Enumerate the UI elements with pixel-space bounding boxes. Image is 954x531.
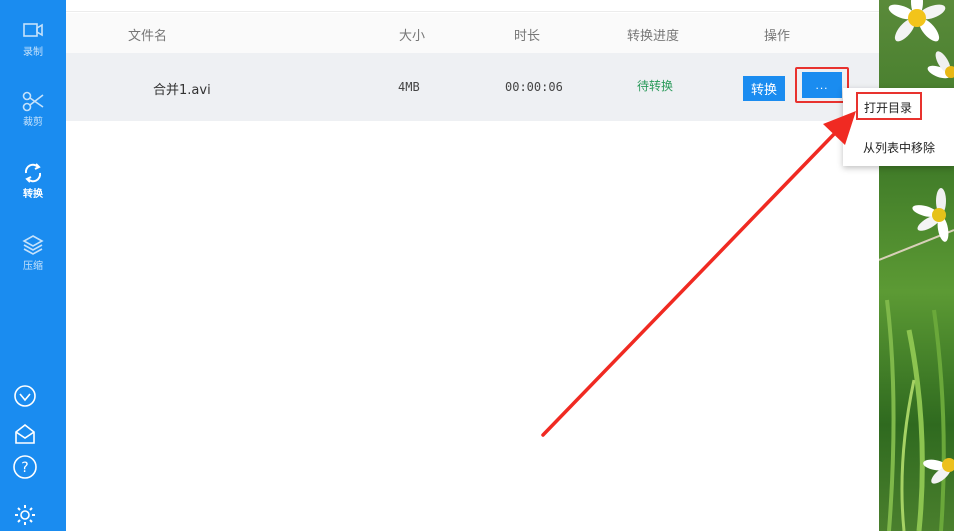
file-duration: 00:00:06 <box>505 80 563 94</box>
more-button-highlight: ... <box>795 67 849 103</box>
convert-button[interactable]: 转换 <box>743 76 785 101</box>
sidebar: 录制 裁剪 转换 压缩 ? <box>0 0 66 531</box>
scissors-icon <box>22 91 44 112</box>
menu-item-label: 从列表中移除 <box>863 141 936 155</box>
vip-icon[interactable] <box>10 381 40 411</box>
more-button[interactable]: ... <box>802 72 842 98</box>
sidebar-item-label: 裁剪 <box>23 117 43 128</box>
sidebar-item-compress[interactable]: 压缩 <box>0 230 66 290</box>
file-size: 4MB <box>398 80 420 94</box>
menu-item-label: 打开目录 <box>864 101 913 115</box>
status-badge: 待转换 <box>637 79 674 93</box>
convert-icon <box>24 163 42 183</box>
sidebar-item-label: 转换 <box>23 189 43 200</box>
top-strip <box>66 0 879 12</box>
help-icon[interactable]: ? <box>10 452 40 482</box>
sidebar-item-convert[interactable]: 转换 <box>0 158 66 218</box>
header-progress: 转换进度 <box>627 29 680 44</box>
header-actions: 操作 <box>764 29 791 44</box>
record-icon <box>23 23 43 37</box>
sidebar-item-crop[interactable]: 裁剪 <box>0 86 66 146</box>
mail-icon[interactable] <box>10 419 40 449</box>
context-menu: 打开目录 从列表中移除 <box>843 88 954 166</box>
sidebar-item-label: 录制 <box>23 47 43 58</box>
svg-text:?: ? <box>21 460 28 476</box>
header-duration: 时长 <box>514 29 541 44</box>
table-header: 文件名 大小 时长 转换进度 操作 <box>66 13 879 53</box>
menu-item-open-directory[interactable]: 打开目录 <box>843 92 954 120</box>
background-photo <box>879 0 954 531</box>
menu-item-remove-from-list[interactable]: 从列表中移除 <box>843 132 954 160</box>
settings-icon[interactable] <box>10 500 40 530</box>
main-panel: 文件名 大小 时长 转换进度 操作 合并1.avi 4MB 00:00:06 待… <box>66 0 879 531</box>
sidebar-item-label: 压缩 <box>23 261 43 272</box>
header-filename: 文件名 <box>128 29 168 44</box>
header-size: 大小 <box>399 29 426 44</box>
compress-icon <box>22 235 44 255</box>
table-row[interactable]: 合并1.avi 4MB 00:00:06 待转换 转换 ... <box>66 53 879 121</box>
file-name: 合并1.avi <box>153 83 211 98</box>
sidebar-item-record[interactable]: 录制 <box>0 16 66 76</box>
